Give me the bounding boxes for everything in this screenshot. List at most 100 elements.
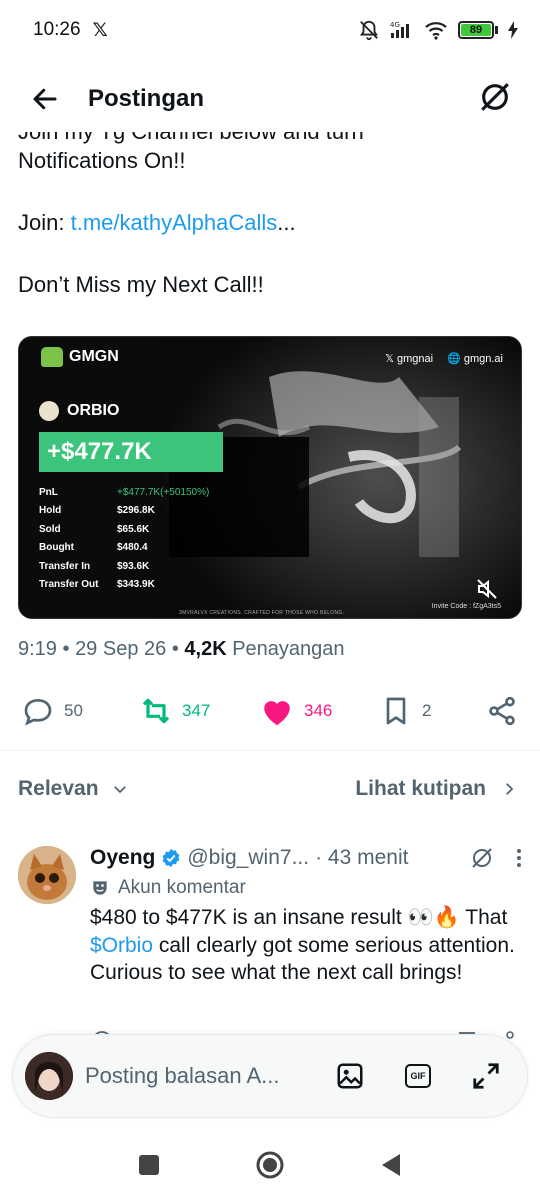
- post-actions: 50 347 346 2: [0, 688, 540, 734]
- view-quotes-label: Lihat kutipan: [355, 777, 486, 800]
- image-icon[interactable]: [335, 1061, 365, 1091]
- avatar: [25, 1052, 73, 1100]
- pnl-stats: PnL +$477.7K(+50150%) Hold $296.8K Sold $65…: [39, 483, 209, 594]
- wifi-icon: [425, 22, 447, 40]
- avatar[interactable]: [18, 846, 76, 904]
- status-time: 10:26: [33, 19, 81, 40]
- stat-row: Hold $296.8K: [39, 505, 155, 517]
- post-meta: 9:19 • 29 Sep 26 • 4,2K Penayangan: [18, 638, 345, 660]
- back-arrow-icon[interactable]: [30, 84, 60, 114]
- bookmark-button[interactable]: 2: [380, 688, 431, 734]
- battery-level: 89: [461, 24, 491, 36]
- join-label: Join:: [18, 210, 71, 235]
- reply-icon: [24, 698, 52, 726]
- like-button[interactable]: 346: [260, 688, 332, 734]
- stat-row: PnL +$477.7K(+50150%): [39, 486, 210, 498]
- media-credit: 3MVRALVX CREATIONS. CRAFTED FOR THOSE WH…: [179, 610, 345, 616]
- video-mute-button[interactable]: [475, 577, 499, 606]
- post-date: 29 Sep 26: [75, 638, 167, 660]
- post-time: 9:19: [18, 638, 57, 660]
- view-quotes-link[interactable]: Lihat kutipan: [355, 777, 518, 801]
- more-options-icon[interactable]: [516, 848, 522, 868]
- repost-icon: [142, 698, 170, 724]
- relevance-dropdown[interactable]: Relevan: [18, 777, 129, 801]
- signal-icon: 4G: [390, 21, 409, 38]
- token-name: ORBIO: [67, 402, 120, 419]
- status-bar: 10:26 𝕏 4G 89: [0, 0, 540, 60]
- repost-count: 347: [182, 701, 211, 720]
- post-text: Join my Tg Channel below and turn Notifi…: [18, 132, 522, 300]
- reply-text: $480 to $477K is an insane result 👀🔥 Tha…: [90, 906, 515, 984]
- stat-row: Transfer Out $343.9K: [39, 579, 155, 591]
- post-line-join: Join: t.me/kathyAlphaCalls...: [18, 207, 522, 238]
- bookmark-count: 2: [422, 701, 432, 720]
- token-icon: [39, 401, 59, 421]
- chevron-right-icon: [506, 783, 514, 795]
- gmgn-frog-icon: [41, 347, 63, 367]
- site-link: 🌐 gmgn.ai: [447, 353, 503, 365]
- x-handle: 𝕏 gmgnai: [385, 353, 434, 365]
- reply-composer[interactable]: Posting balasan A... GIF: [12, 1034, 528, 1118]
- reply-header: Oyeng @big_win7... · 43 menit: [90, 842, 522, 874]
- invite-code: Invite Code : fZgA3ts5: [431, 603, 501, 610]
- verified-badge-icon: [163, 848, 180, 868]
- telegram-link[interactable]: t.me/kathyAlphaCalls: [71, 210, 278, 235]
- views-count: 4,2K: [184, 638, 227, 660]
- gmgn-logo: GMGN: [41, 347, 119, 367]
- compose-tools: GIF: [335, 1061, 501, 1091]
- share-icon: [489, 696, 515, 726]
- grok-icon[interactable]: [470, 846, 494, 870]
- reply-author-name[interactable]: Oyeng: [90, 846, 155, 870]
- like-count: 346: [304, 701, 333, 720]
- app-header: Postingan: [0, 68, 540, 130]
- replies-sort-row: Relevan Lihat kutipan: [0, 766, 540, 812]
- post-text-cut-line: Join my Tg Channel below and turn: [18, 132, 522, 145]
- expand-icon[interactable]: [471, 1061, 501, 1091]
- reply-input[interactable]: Posting balasan A...: [85, 1063, 279, 1089]
- stat-row: Sold $65.6K: [39, 523, 150, 535]
- theater-mask-icon: [93, 881, 107, 895]
- post-line-notifications: Notifications On!!: [18, 148, 186, 173]
- reply-handle: @big_win7...: [187, 846, 310, 869]
- grok-button[interactable]: [478, 80, 512, 119]
- relevance-label: Relevan: [18, 777, 99, 800]
- stat-row: Transfer In $93.6K: [39, 560, 150, 572]
- divider: [0, 750, 540, 751]
- status-icons: 4G 89: [358, 19, 518, 41]
- compose-area: Posting balasan A... GIF: [0, 1034, 540, 1122]
- account-type-label: Akun komentar: [90, 874, 522, 902]
- post-media-video[interactable]: GMGN 𝕏 gmgnai 🌐 gmgn.ai ORBIO +$477.7K P…: [18, 336, 522, 619]
- bookmark-icon: [386, 697, 406, 725]
- gmgn-social-links: 𝕏 gmgnai 🌐 gmgn.ai: [385, 352, 503, 365]
- token-label: ORBIO: [39, 401, 119, 421]
- cat-avatar-image: [18, 846, 76, 904]
- speaker-muted-icon: [477, 579, 497, 599]
- user-avatar-image: [25, 1052, 73, 1100]
- reply-time: · 43 menit: [315, 846, 409, 869]
- home-button-icon[interactable]: [255, 1150, 285, 1180]
- mute-bell-icon: [359, 20, 379, 41]
- join-ellipsis: ...: [277, 210, 296, 235]
- pnl-badge: +$477.7K: [39, 432, 223, 472]
- reply-count: 50: [64, 701, 83, 720]
- battery-icon: 89: [458, 21, 498, 39]
- post-line-call: Don’t Miss my Next Call!!: [18, 272, 264, 297]
- gmgn-brand: GMGN: [69, 348, 119, 365]
- reply-button[interactable]: 50: [22, 688, 83, 734]
- x-app-icon: 𝕏: [92, 19, 108, 41]
- svg-text:4G: 4G: [390, 21, 400, 29]
- repost-button[interactable]: 347: [140, 688, 210, 734]
- back-button-icon[interactable]: [380, 1153, 402, 1177]
- reply-tools: [470, 846, 522, 870]
- stat-row: Bought $480.4: [39, 542, 148, 554]
- grok-icon: [481, 82, 509, 111]
- system-nav-bar: [0, 1130, 540, 1200]
- gif-icon[interactable]: GIF: [405, 1064, 431, 1088]
- recents-button-icon[interactable]: [138, 1154, 160, 1176]
- page-title: Postingan: [88, 85, 205, 112]
- reply-body: Oyeng @big_win7... · 43 menit Akun komen…: [90, 842, 522, 987]
- cashtag-link[interactable]: $Orbio: [90, 934, 153, 957]
- chevron-down-icon: [113, 786, 126, 794]
- share-button[interactable]: [486, 688, 518, 734]
- heart-filled-icon: [264, 701, 290, 726]
